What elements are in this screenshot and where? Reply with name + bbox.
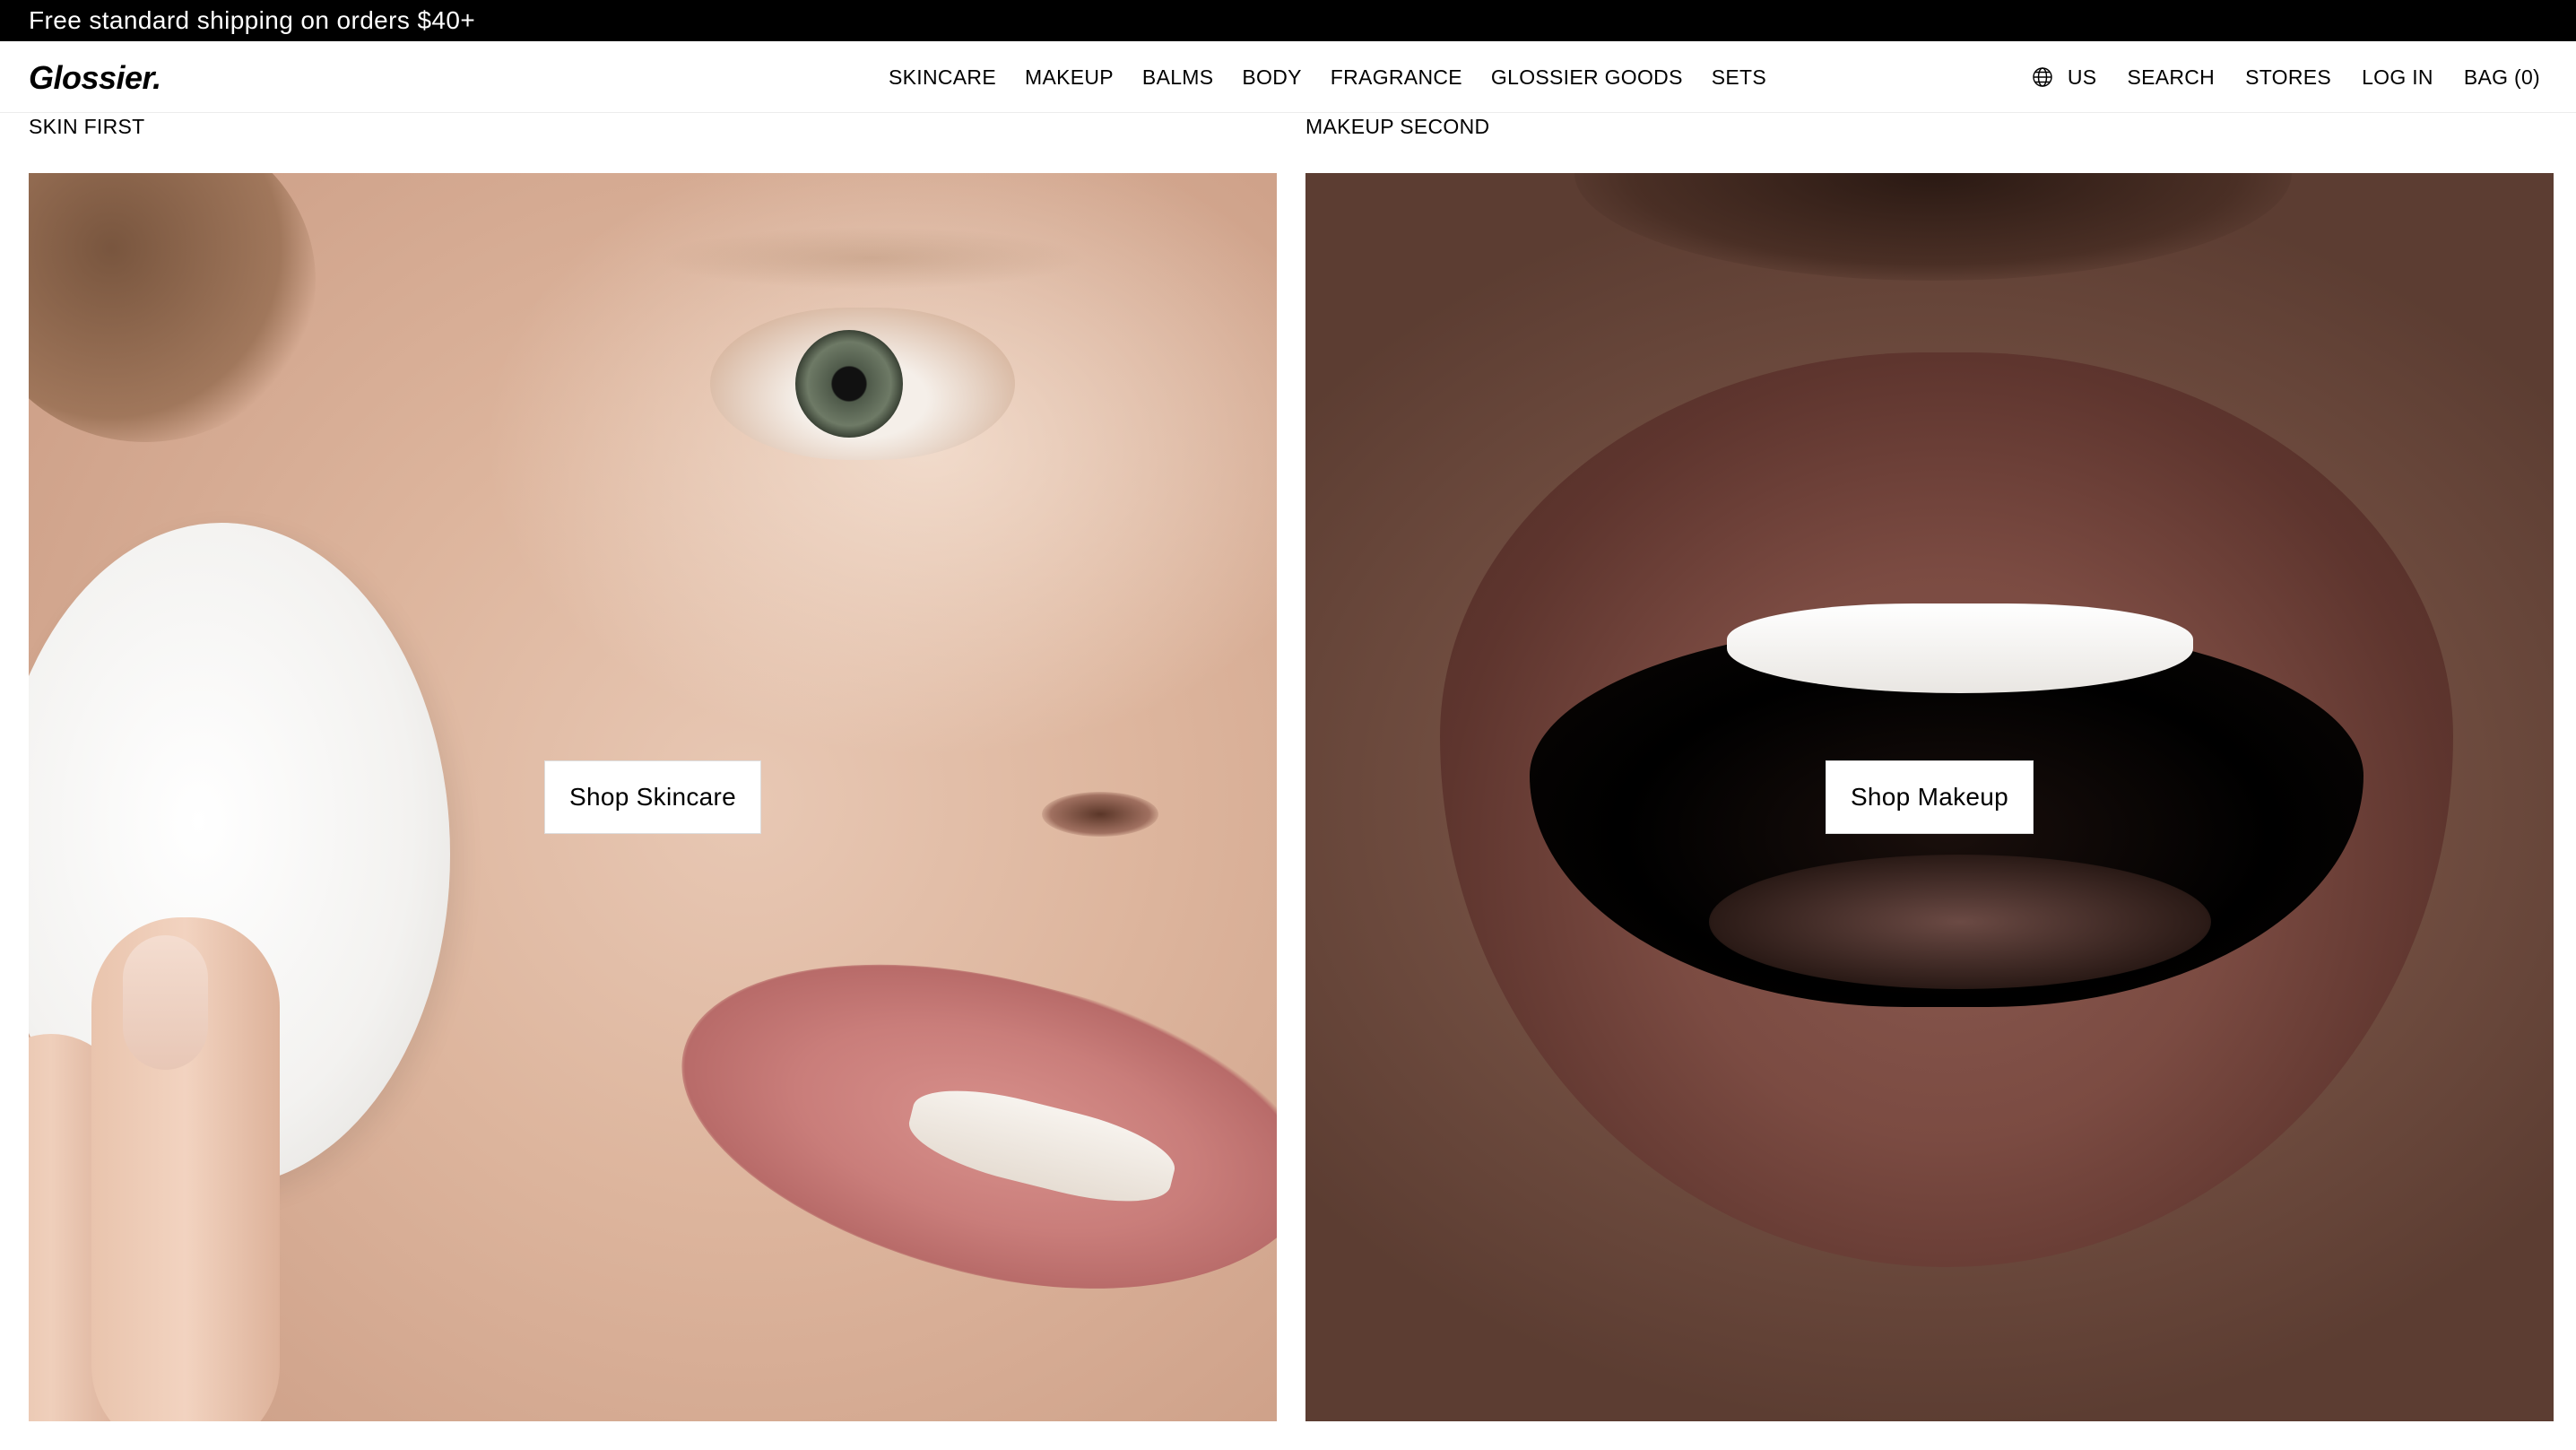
- nav-fragrance[interactable]: FRAGRANCE: [1331, 65, 1462, 90]
- site-header: Glossier. SKINCARE MAKEUP BALMS BODY FRA…: [0, 41, 2576, 113]
- skincare-hero-panel[interactable]: Shop Skincare: [29, 173, 1277, 1421]
- nav-balms[interactable]: BALMS: [1142, 65, 1213, 90]
- region-selector[interactable]: US: [2032, 65, 2097, 90]
- shop-skincare-button[interactable]: Shop Skincare: [544, 760, 761, 834]
- region-label: US: [2067, 65, 2097, 89]
- bag-link[interactable]: BAG (0): [2464, 65, 2540, 90]
- nav-body[interactable]: BODY: [1242, 65, 1301, 90]
- brand-logo[interactable]: Glossier.: [29, 59, 161, 97]
- shop-makeup-button[interactable]: Shop Makeup: [1826, 760, 2034, 834]
- login-link[interactable]: LOG IN: [2362, 65, 2433, 90]
- announcement-text: Free standard shipping on orders $40+: [29, 6, 476, 34]
- nav-glossier-goods[interactable]: GLOSSIER GOODS: [1491, 65, 1683, 90]
- globe-icon: [2033, 67, 2052, 87]
- section-label-makeup: MAKEUP SECOND: [1305, 115, 1490, 138]
- section-label-skin: SKIN FIRST: [29, 115, 145, 138]
- utility-nav: US SEARCH STORES LOG IN BAG (0): [2001, 41, 2540, 113]
- main-nav: SKINCARE MAKEUP BALMS BODY FRAGRANCE GLO…: [889, 41, 1795, 113]
- announcement-bar: Free standard shipping on orders $40+: [0, 0, 2576, 41]
- stores-link[interactable]: STORES: [2245, 65, 2331, 90]
- nav-makeup[interactable]: MAKEUP: [1025, 65, 1114, 90]
- nav-sets[interactable]: SETS: [1712, 65, 1766, 90]
- search-link[interactable]: SEARCH: [2127, 65, 2215, 90]
- nav-skincare[interactable]: SKINCARE: [889, 65, 996, 90]
- makeup-hero-panel[interactable]: Shop Makeup: [1305, 173, 2554, 1421]
